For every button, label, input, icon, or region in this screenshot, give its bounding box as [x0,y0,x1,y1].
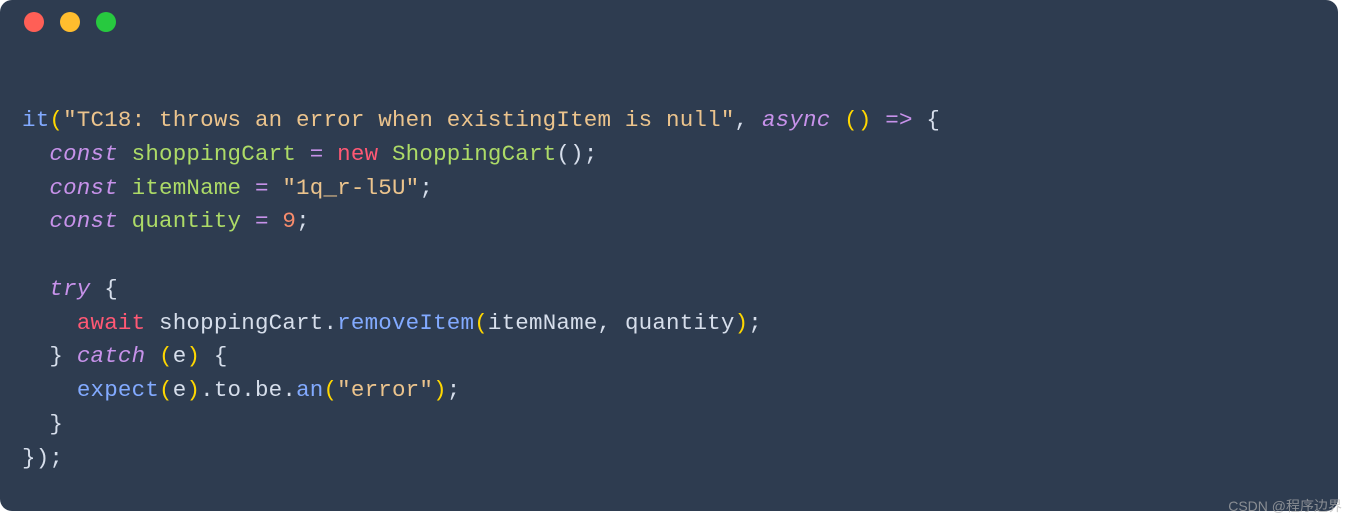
kw-new: new [337,141,378,167]
close-icon[interactable] [24,12,44,32]
method-an: an [296,377,323,403]
kw-async: async [762,107,831,133]
window-titlebar [0,0,1338,44]
str-error: "error" [337,377,433,403]
code-window: it("TC18: throws an error when existingI… [0,0,1338,511]
method-removeitem: removeItem [337,310,474,336]
watermark-text: CSDN @程序边界 [1228,496,1342,516]
kw-await: await [77,310,146,336]
var-quantity: quantity [132,208,242,234]
kw-try: try [49,276,90,302]
class-shoppingcart: ShoppingCart [392,141,556,167]
code-area: it("TC18: throws an error when existingI… [0,44,1338,475]
catch-param: e [173,343,187,369]
maximize-icon[interactable] [96,12,116,32]
fn-expect: expect [77,377,159,403]
fn-it: it [22,107,49,133]
var-itemname: itemName [132,175,242,201]
var-shoppingcart: shoppingCart [132,141,296,167]
kw-catch: catch [77,343,146,369]
num-quantity: 9 [282,208,296,234]
code-block: it("TC18: throws an error when existingI… [22,104,1316,475]
minimize-icon[interactable] [60,12,80,32]
kw-const: const [49,141,118,167]
str-itemname-value: "1q_r-l5U" [282,175,419,201]
test-name-string: "TC18: throws an error when existingItem… [63,107,734,133]
